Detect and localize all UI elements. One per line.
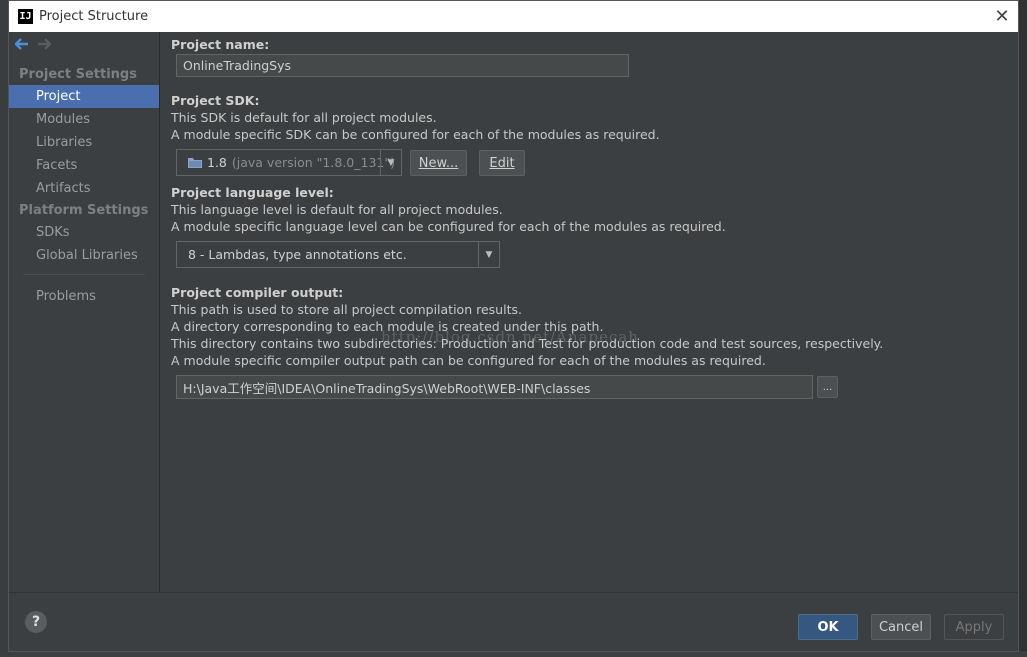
window-title: Project Structure	[39, 9, 149, 24]
browse-button[interactable]: ...	[817, 376, 838, 398]
chevron-down-icon[interactable]: ▼	[380, 150, 401, 175]
edit-sdk-button[interactable]: Edit	[479, 150, 525, 176]
sidebar-item-global-libraries[interactable]: Global Libraries	[9, 244, 159, 267]
new-sdk-button[interactable]: New...	[410, 150, 467, 176]
sidebar-item-facets[interactable]: Facets	[9, 154, 159, 177]
screen: IJ Project Structure ✕ Project Settings …	[0, 0, 1027, 657]
close-icon[interactable]: ✕	[992, 6, 1012, 27]
language-level-label: Project language level:	[171, 185, 334, 200]
nav-arrows	[9, 32, 159, 60]
watermark: http://blog.csdn.net/Anapecah	[381, 328, 639, 346]
chevron-down-icon[interactable]: ▼	[478, 242, 499, 267]
project-name-input[interactable]: OnlineTradingSys	[176, 54, 629, 77]
forward-arrow-icon[interactable]	[37, 38, 52, 54]
apply-button[interactable]: Apply	[944, 614, 1004, 640]
language-description-2: A module specific language level can be …	[171, 219, 726, 234]
compiler-description-4: A module specific compiler output path c…	[171, 353, 766, 368]
project-settings-panel: Project name: OnlineTradingSys Project S…	[161, 32, 1018, 592]
sdk-description-2: A module specific SDK can be configured …	[171, 127, 660, 142]
project-structure-dialog: IJ Project Structure ✕ Project Settings …	[8, 0, 1019, 652]
help-icon[interactable]: ?	[25, 611, 47, 633]
sidebar-separator	[23, 274, 145, 275]
sdk-version: 1.8	[207, 155, 227, 170]
project-settings-header: Project Settings	[19, 67, 137, 82]
sidebar: Project Settings Project Modules Librari…	[9, 32, 160, 592]
platform-settings-header: Platform Settings	[19, 203, 149, 218]
intellij-icon: IJ	[18, 9, 33, 24]
title-bar: IJ Project Structure ✕	[9, 1, 1018, 32]
project-sdk-label: Project SDK:	[171, 93, 260, 108]
sidebar-item-problems[interactable]: Problems	[9, 285, 159, 308]
sdk-description-1: This SDK is default for all project modu…	[171, 110, 437, 125]
background-ide-left	[0, 0, 8, 657]
sidebar-item-modules[interactable]: Modules	[9, 108, 159, 131]
back-arrow-icon[interactable]	[14, 38, 29, 54]
sidebar-item-sdks[interactable]: SDKs	[9, 221, 159, 244]
sidebar-item-libraries[interactable]: Libraries	[9, 131, 159, 154]
compiler-description-1: This path is used to store all project c…	[171, 302, 522, 317]
sdk-dropdown[interactable]: 1.8 (java version "1.8.0_131") ▼	[176, 149, 402, 176]
compiler-output-path-input[interactable]: H:\Java工作空间\IDEA\OnlineTradingSys\WebRoo…	[176, 375, 813, 399]
ok-button[interactable]: OK	[798, 614, 858, 640]
dialog-footer: ? OK Cancel Apply	[9, 592, 1018, 651]
project-name-label: Project name:	[171, 37, 270, 52]
compiler-output-label: Project compiler output:	[171, 285, 344, 300]
language-level-dropdown[interactable]: 8 - Lambdas, type annotations etc. ▼	[176, 241, 500, 268]
sdk-detail: (java version "1.8.0_131")	[231, 155, 395, 170]
sidebar-item-artifacts[interactable]: Artifacts	[9, 177, 159, 200]
sidebar-item-project[interactable]: Project	[9, 85, 159, 108]
background-ide-right	[1019, 0, 1027, 657]
folder-icon	[187, 156, 203, 169]
cancel-button[interactable]: Cancel	[871, 614, 931, 640]
language-description-1: This language level is default for all p…	[171, 202, 503, 217]
dialog-body: Project Settings Project Modules Librari…	[9, 32, 1018, 592]
language-level-value: 8 - Lambdas, type annotations etc.	[188, 247, 407, 262]
